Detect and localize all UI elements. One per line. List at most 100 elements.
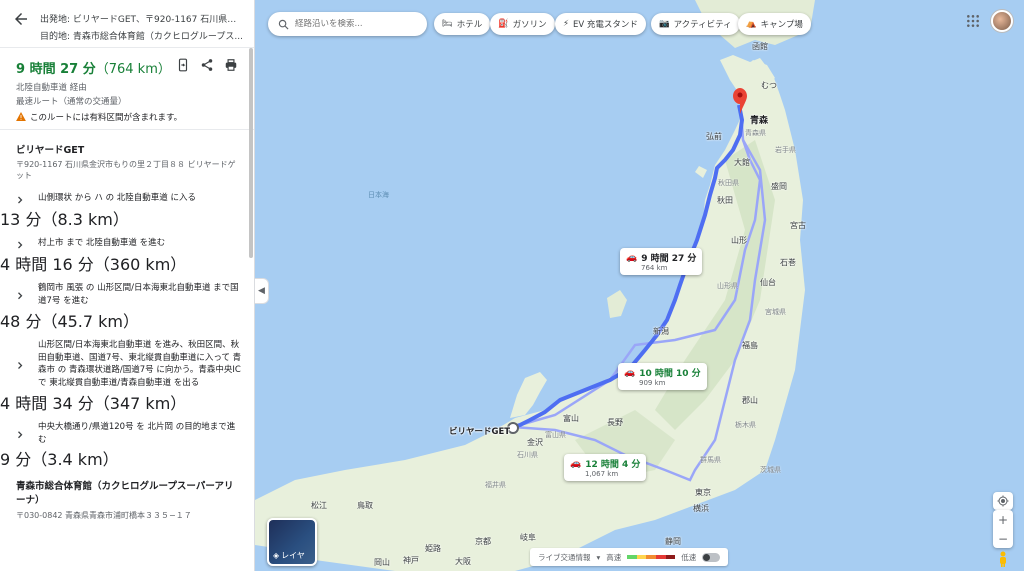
traffic-fast-label: 高速 [606,552,622,562]
directions-panel: 出発地: ビリヤードGET、〒920-1167 石川県金沢... 目的地: 青森… [0,0,255,571]
city-label[interactable]: 弘前 [706,131,722,142]
destination-label[interactable]: 青森 [750,113,768,126]
avatar[interactable] [991,10,1013,32]
step-row[interactable]: 中央大橋通り/県道120号 を 北片岡 の目的地まで進む [0,416,254,447]
city-label[interactable]: むつ [761,80,777,91]
tent-icon: ⛺ [746,19,757,29]
traffic-color-swatch [636,555,647,559]
city-label[interactable]: 横浜 [693,503,709,514]
car-icon: 🚗 [624,367,636,378]
camera-icon: 📷 [659,19,670,29]
origin-block: ビリヤードGET 〒920-1167 石川県金沢市もりの里２丁目８８ ビリヤード… [0,130,254,187]
city-label[interactable]: 大館 [734,157,750,168]
apps-grid-icon[interactable] [966,14,980,28]
city-label[interactable]: 新潟 [653,326,669,337]
prefecture-label: 富山県 [545,431,566,439]
my-location-button[interactable] [993,492,1013,510]
step-text: 山側環状 から ハ の 北陸自動車道 に入る [38,193,197,204]
chevron-right-icon[interactable] [14,239,26,251]
destination-address: 〒030-0842 青森県青森市浦町橋本３３５−１７ [16,510,192,520]
search-icon [278,19,289,29]
city-label[interactable]: 松江 [311,500,327,511]
step-text: 中央大橋通り/県道120号 を 北片岡 の目的地まで進む [38,421,236,445]
prefecture-label: 宮城県 [765,308,786,316]
car-icon: 🚗 [626,252,638,263]
city-label[interactable]: 秋田 [717,195,733,206]
pegman-button[interactable] [993,550,1013,568]
origin-map-label[interactable]: ビリヤードGET [449,425,510,437]
collapse-panel-button[interactable]: ◀ [255,278,269,304]
step-item[interactable]: 鶴岡市 風張 の 山形区間/日本海東北自動車道 まで国道7号 を進む 48 分（4… [0,277,254,332]
chip-activity[interactable]: 📷 アクティビティ [651,13,740,35]
city-label[interactable]: 岡山 [374,557,390,568]
route-box-alt2[interactable]: 🚗 12 時間 4 分 1,067 km [564,454,647,481]
step-row[interactable]: 山形区間/日本海東北自動車道 を進み、秋田区間、秋田自動車道、国道7号、東北縦貫… [0,334,254,390]
search-box[interactable] [268,12,427,36]
zoom-out-button[interactable]: − [993,529,1013,548]
prefecture-label: 山形県 [717,282,738,290]
city-label[interactable]: 福島 [742,340,758,351]
ev-icon: ⚡ [563,19,569,29]
city-label[interactable]: 神戸 [403,555,419,566]
traffic-toggle[interactable] [702,552,721,562]
chip-hotel[interactable]: 🛏 ホテル [434,13,491,35]
send-to-phone-icon[interactable] [176,58,190,72]
city-label[interactable]: 大阪 [455,556,471,567]
back-arrow-icon[interactable] [12,10,30,28]
step-row[interactable]: 村上市 まで 北陸自動車道 を進む [0,232,254,251]
step-item[interactable]: 山形区間/日本海東北自動車道 を進み、秋田区間、秋田自動車道、国道7号、東北縦貫… [0,334,254,414]
city-label[interactable]: 盛岡 [771,181,787,192]
origin-name: ビリヤードGET [16,145,85,156]
share-icon[interactable] [200,58,214,72]
search-input[interactable] [295,19,415,29]
city-label[interactable]: 京都 [475,536,491,547]
zoom-in-button[interactable]: + [993,510,1013,529]
traffic-legend: ライブ交通情報 ▾ 高速 低速 [530,548,729,566]
step-row[interactable]: 鶴岡市 風張 の 山形区間/日本海東北自動車道 まで国道7号 を進む [0,277,254,308]
city-label[interactable]: 鳥取 [357,500,373,511]
step-item[interactable]: 村上市 まで 北陸自動車道 を進む 4 時間 16 分（360 km） [0,232,254,275]
traffic-dropdown[interactable]: ライブ交通情報 [538,552,591,563]
step-list: 山側環状 から ハ の 北陸自動車道 に入る 13 分（8.3 km） 村上市 まで… [0,187,254,470]
city-label[interactable]: 金沢 [527,437,543,448]
city-label[interactable]: 長野 [607,417,623,428]
print-icon[interactable] [224,58,238,72]
step-row[interactable]: 山側環状 から ハ の 北陸自動車道 に入る [0,187,254,206]
layers-button[interactable]: ◈ レイヤ [267,518,317,566]
city-label[interactable]: 郡山 [742,395,758,406]
city-label[interactable]: 富山 [563,413,579,424]
city-label[interactable]: 仙台 [760,277,776,288]
chevron-right-icon[interactable] [14,194,26,206]
step-item[interactable]: 中央大橋通り/県道120号 を 北片岡 の目的地まで進む 9 分（3.4 km） [0,416,254,471]
chevron-down-icon[interactable]: ▾ [597,553,601,562]
city-label[interactable]: 石巻 [780,257,796,268]
map-canvas[interactable]: 日本海 函館むつ弘前大館秋田盛岡酒田新潟仙台福島長野富山金沢東京横浜静岡京都大阪… [255,0,1024,571]
city-label[interactable]: 岐阜 [520,532,536,543]
chip-ev[interactable]: ⚡ EV 充電スタンド [555,13,646,35]
route-box-alt1[interactable]: 🚗 10 時間 10 分 909 km [618,363,707,390]
chip-camp[interactable]: ⛺ キャンプ場 [738,13,811,35]
prefecture-label: 栃木県 [735,421,756,429]
chevron-right-icon[interactable] [14,341,26,390]
chip-gas[interactable]: ⛽ ガソリン [490,13,555,35]
city-label[interactable]: 山形 [731,235,747,246]
panel-scrollbar[interactable] [249,48,253,258]
chevron-right-icon[interactable] [14,284,26,308]
route-box-main[interactable]: 🚗 9 時間 27 分 764 km [620,248,703,275]
city-label[interactable]: 静岡 [665,536,681,547]
city-label[interactable]: 姫路 [425,543,441,554]
prefecture-label: 群馬県 [700,456,721,464]
step-item[interactable]: 山側環状 から ハ の 北陸自動車道 に入る 13 分（8.3 km） [0,187,254,230]
city-label[interactable]: 函館 [752,41,768,52]
chevron-right-icon[interactable] [14,423,26,447]
city-label[interactable]: 東京 [695,487,711,498]
zoom-control: + − [993,510,1013,548]
origin-line[interactable]: 出発地: ビリヤードGET、〒920-1167 石川県金沢... [40,12,245,25]
step-text: 村上市 まで 北陸自動車道 を進む [38,238,166,249]
car-icon: 🚗 [570,458,582,469]
destination-line[interactable]: 目的地: 青森市総合体育館（カクヒログループス... [40,29,245,42]
traffic-color-swatch [646,555,657,559]
city-label[interactable]: 宮古 [790,220,806,231]
pegman-icon [1000,551,1006,567]
route-via: 北陸自動車道 経由 [16,83,87,93]
